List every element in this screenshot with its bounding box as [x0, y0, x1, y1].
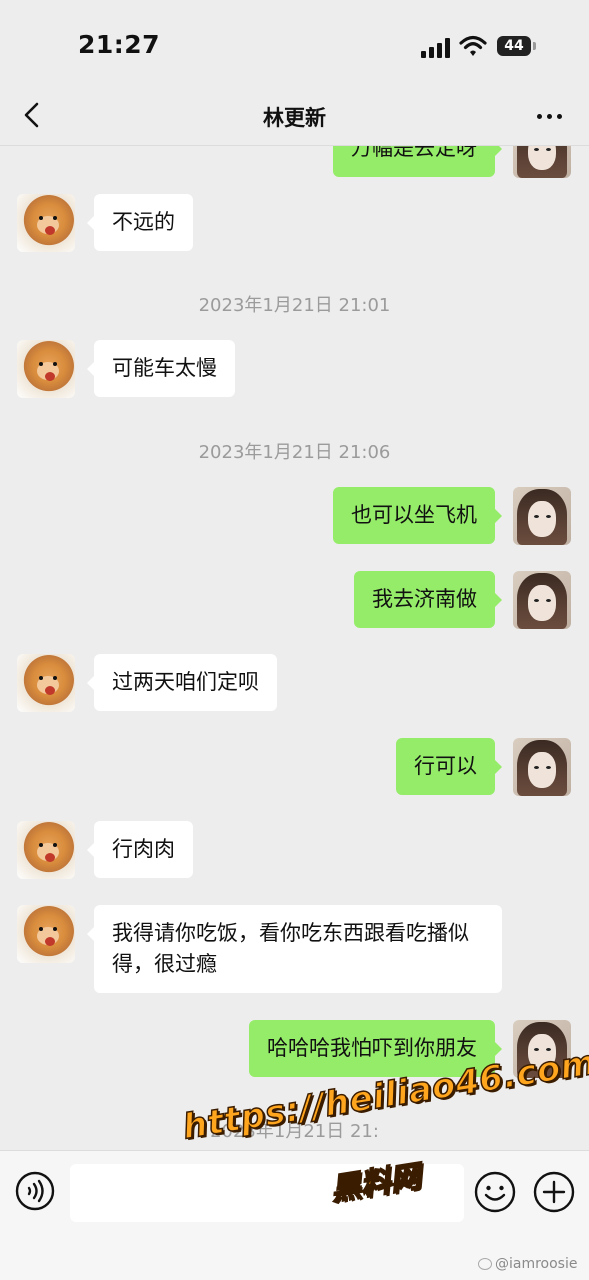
status-bar: 21:27 44 — [0, 0, 589, 90]
voice-input-icon[interactable] — [15, 1171, 55, 1211]
my-avatar[interactable] — [513, 738, 571, 796]
weibo-handle: @iamroosie — [495, 1256, 578, 1272]
chat-area[interactable]: 万幅是去定呀 不远的 2023年1月21日 21:01 可能车太慢 2023年1… — [0, 90, 589, 1150]
weibo-watermark: @iamroosie — [478, 1256, 577, 1272]
message-bubble-incoming[interactable]: 过两天咱们定呗 — [87, 654, 277, 711]
message-bubble-incoming[interactable]: 可能车太慢 — [87, 340, 235, 397]
input-bar — [0, 1150, 589, 1233]
my-avatar[interactable] — [513, 571, 571, 629]
contact-avatar[interactable] — [17, 194, 75, 252]
message-bubble-outgoing[interactable]: 行可以 — [396, 738, 502, 795]
battery-icon: 44 — [497, 36, 536, 56]
signal-icon — [421, 38, 453, 58]
message-bubble-incoming[interactable]: 行肉肉 — [87, 821, 193, 878]
status-time: 21:27 — [78, 30, 161, 59]
emoji-icon[interactable] — [474, 1171, 516, 1213]
contact-avatar[interactable] — [17, 654, 75, 712]
wifi-icon — [459, 35, 487, 56]
contact-avatar[interactable] — [17, 340, 75, 398]
contact-avatar[interactable] — [17, 821, 75, 879]
my-avatar[interactable] — [513, 487, 571, 545]
more-options-icon[interactable] — [537, 114, 563, 120]
weibo-icon — [478, 1258, 492, 1270]
plus-icon[interactable] — [533, 1171, 575, 1213]
timestamp: 2023年1月21日 21:06 — [198, 442, 391, 463]
message-bubble-incoming[interactable]: 不远的 — [87, 194, 193, 251]
nav-bar: 林更新 — [0, 90, 589, 146]
chat-title: 林更新 — [263, 106, 326, 130]
message-bubble-outgoing[interactable]: 我去济南做 — [354, 571, 502, 628]
message-bubble-incoming[interactable]: 我得请你吃饭，看你吃东西跟看吃播似得，很过瘾 — [87, 905, 502, 993]
contact-avatar[interactable] — [17, 905, 75, 963]
message-bubble-outgoing[interactable]: 也可以坐飞机 — [333, 487, 502, 544]
timestamp: 2023年1月21日 21:01 — [198, 295, 391, 316]
